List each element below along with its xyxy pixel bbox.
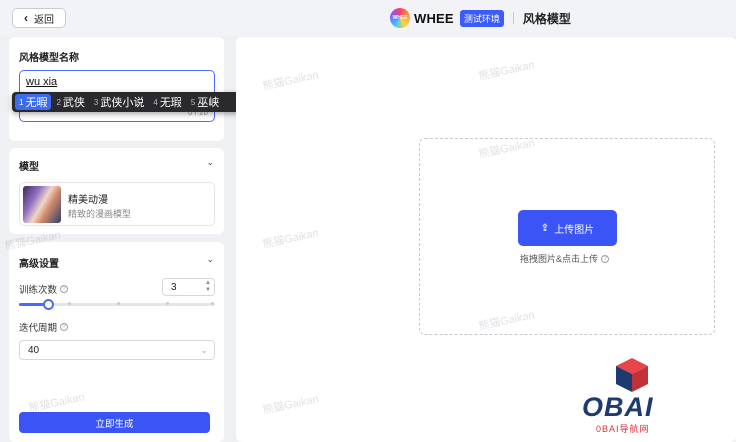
obai-logo: OBAI 0BAI导航网 [578,356,688,442]
help-icon[interactable]: ? [60,285,69,293]
ime-candidate[interactable]: 2 武侠 [52,94,88,110]
divider [512,12,514,24]
ime-candidate-number: 5 [190,97,196,107]
ime-candidate[interactable]: 4 无瑕 [149,94,185,110]
ime-candidate-text: 武侠小说 [100,97,145,109]
ime-candidate-text: 巫峡 [197,97,220,109]
ime-candidate[interactable]: 3 武侠小说 [90,94,148,110]
chevron-left-icon: ‹ [24,11,28,25]
upload-button[interactable]: ⇪ 上传图片 [518,210,617,246]
advanced-settings-card: 高级设置 ⌄ 训练次数 ? 3 ▲ ▼ 迭代周期 ? 40 ⌄ 立即生成 [9,242,224,442]
help-icon[interactable]: ? [60,323,69,331]
upload-icon: ⇪ [540,222,550,234]
section-title-name: 风格模型名称 [19,53,79,64]
upload-dropzone[interactable]: ⇪ 上传图片 拖拽图片&点击上传 ? [419,138,715,335]
chevron-down-icon[interactable]: ⌄ [206,254,214,265]
slider-tick [117,302,120,305]
ime-candidate-text: 武侠 [62,97,85,109]
ime-candidate-number: 3 [93,97,99,107]
section-title-model: 模型 [19,162,39,173]
model-description: 精致的漫画模型 [68,209,132,219]
model-name: 精美动漫 [68,195,108,206]
ime-candidate[interactable]: 5 巫峡 [187,94,223,110]
model-card: 模型 ⌄ 精美动漫 精致的漫画模型 [9,148,224,234]
style-model-name-card: 风格模型名称 wu xia 0 / 20 [9,37,224,141]
stepper-arrows-icon[interactable]: ▲ ▼ [205,280,211,294]
ime-candidate-text: 无暇 [25,97,48,109]
cube-icon [616,358,648,392]
epoch-label: 迭代周期 ? [19,320,69,334]
brand-name: WHEE [414,10,454,26]
model-option[interactable]: 精美动漫 精致的漫画模型 [19,182,215,226]
logo-wordmark: OBAI [582,392,654,422]
train-count-stepper[interactable]: 3 ▲ ▼ [162,278,215,296]
generate-button[interactable]: 立即生成 [19,412,210,433]
slider-tick [211,302,214,305]
slider-tick [68,302,71,305]
brand: WHEE WHEE 测试环境 风格模型 [390,8,571,28]
model-name-value: wu xia [26,76,58,88]
ime-candidate-number: 2 [56,97,61,107]
ime-candidate-number: 4 [153,97,158,107]
help-icon[interactable]: ? [601,254,610,263]
train-count-slider[interactable] [19,299,215,310]
back-label: 返回 [34,14,54,26]
slider-handle[interactable] [43,299,55,310]
back-button[interactable]: ‹ 返回 [12,8,66,28]
chevron-down-icon: ⌄ [200,345,208,355]
logo-subtitle: 0BAI导航网 [596,424,650,434]
epoch-select[interactable]: 40 ⌄ [19,340,215,360]
page-title: 风格模型 [522,11,571,26]
epoch-value: 40 [28,345,40,356]
section-title-advanced: 高级设置 [19,259,59,270]
train-count-label: 训练次数 ? [19,282,69,296]
env-badge: 测试环境 [459,9,504,27]
model-thumbnail [23,186,61,223]
whee-logo: WHEE [390,8,410,28]
upload-hint: 拖拽图片&点击上传 ? [520,252,610,265]
ime-candidate-number: 1 [19,97,24,107]
train-count-value: 3 [171,282,177,293]
top-bar: ‹ 返回 WHEE WHEE 测试环境 风格模型 [0,0,736,36]
chevron-down-icon[interactable]: ⌄ [206,157,214,168]
ime-candidate-text: 无瑕 [159,97,182,109]
ime-candidate[interactable]: 1 无暇 [15,94,52,110]
slider-tick [166,302,169,305]
